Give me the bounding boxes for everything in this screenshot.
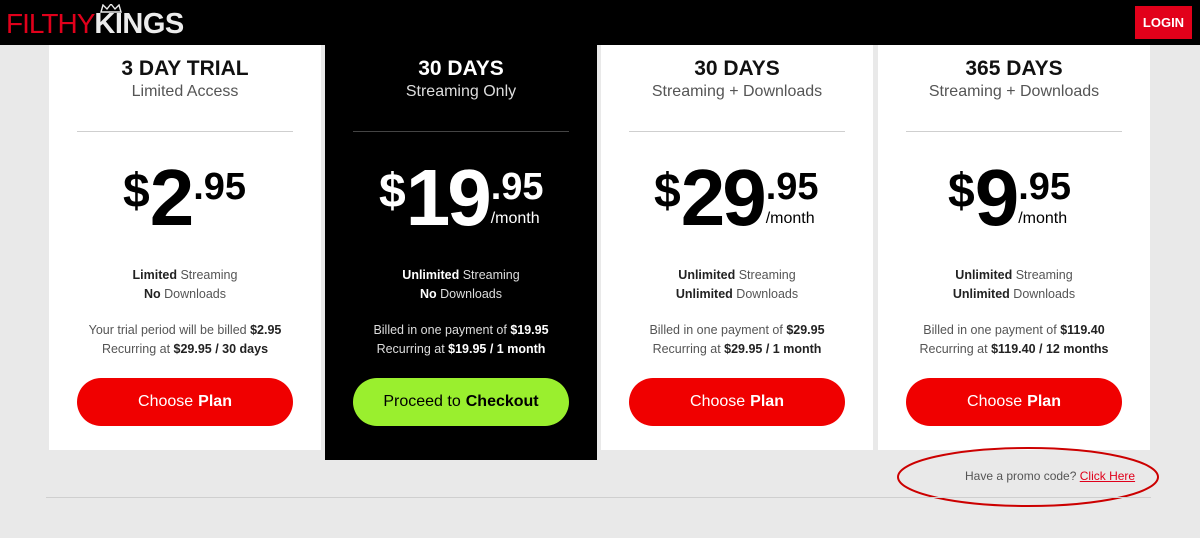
plan-title: 30 DAYS [694,57,780,80]
plan-features: Unlimited Streaming Unlimited Downloads [601,266,873,304]
plan-price: $ 19 .95 /month [325,157,597,247]
price-currency: $ [123,165,150,218]
button-text: Choose [138,393,194,410]
price-currency: $ [379,165,406,218]
price-period: /month [765,210,815,227]
plan-title: 3 DAY TRIAL [121,57,249,80]
plan-billing: Billed in one payment of $29.95 Recurrin… [601,321,873,359]
billing-amount: $119.40 [1060,323,1105,337]
button-text: Proceed to [383,393,461,410]
feature-text: Streaming [735,268,796,282]
divider [77,131,293,132]
plan-subtitle: Limited Access [131,83,239,100]
plan-features: Unlimited Streaming Unlimited Downloads [878,266,1150,304]
feature-bold: Unlimited [678,268,736,282]
crown-icon [100,4,123,13]
choose-plan-button[interactable]: Choose Plan [77,378,293,426]
billing-amount: $19.95 [510,323,549,337]
plan-title: 30 DAYS [418,57,504,80]
billing-text: Your trial period will be billed [88,323,251,337]
plan-price: $ 9 .95 /month [878,157,1150,247]
choose-plan-button[interactable]: Choose Plan [629,378,845,426]
feature-text: Streaming [1012,268,1073,282]
billing-recurring: $119.40 / 12 months [991,342,1109,356]
price-dollars: 19 [405,153,492,242]
button-bold-text: Checkout [465,393,539,410]
price-cents: .95 [490,166,544,208]
price-currency: $ [948,165,975,218]
divider [353,131,569,132]
feature-bold: Limited [132,268,177,282]
divider [46,497,1151,498]
feature-text: Downloads [1009,287,1076,301]
plan-features: Limited Streaming No Downloads [49,266,321,304]
plan-billing: Billed in one payment of $119.40 Recurri… [878,321,1150,359]
feature-bold: No [144,287,161,301]
site-logo[interactable]: FILTHY KINGS [6,4,184,42]
plan-card-3-day-trial: 3 DAY TRIAL Limited Access $ 2 .95 Limit… [49,45,321,450]
billing-text: Billed in one payment of [923,323,1061,337]
plan-billing: Billed in one payment of $19.95 Recurrin… [325,321,597,359]
billing-amount: $2.95 [250,323,282,337]
choose-plan-button[interactable]: Choose Plan [906,378,1122,426]
feature-bold: Unlimited [952,287,1010,301]
feature-bold: Unlimited [402,268,460,282]
divider [906,131,1122,132]
logo-filthy: FILTHY [6,8,95,39]
proceed-to-checkout-button[interactable]: Proceed to Checkout [353,378,569,426]
price-cents: .95 [765,166,819,208]
button-bold-text: Plan [198,393,232,410]
button-bold-text: Plan [1027,393,1061,410]
billing-text: Recurring at [652,342,725,356]
plan-price: $ 2 .95 [49,157,321,247]
button-bold-text: Plan [750,393,784,410]
billing-text: Recurring at [919,342,992,356]
price-dollars: 29 [680,153,767,242]
feature-text: Downloads [732,287,799,301]
price-period: /month [1018,210,1068,227]
plan-subtitle: Streaming + Downloads [651,83,823,100]
billing-recurring: $19.95 / 1 month [448,342,546,356]
feature-text: Streaming [459,268,520,282]
plan-card-30-days-streaming: 30 DAYS Streaming Only $ 19 .95 /month U… [325,45,597,460]
plan-billing: Your trial period will be billed $2.95 R… [49,321,321,359]
promo-code-prompt: Have a promo code? Click Here [965,469,1135,483]
feature-bold: No [420,287,437,301]
price-dollars: 9 [974,153,1019,242]
login-button[interactable]: LOGIN [1135,6,1192,39]
feature-bold: Unlimited [955,268,1013,282]
feature-bold: Unlimited [675,287,733,301]
price-period: /month [490,210,540,227]
plan-features: Unlimited Streaming No Downloads [325,266,597,304]
price-dollars: 2 [149,153,194,242]
billing-amount: $29.95 [786,323,825,337]
button-text: Choose [690,393,746,410]
feature-text: Streaming [177,268,238,282]
button-text: Choose [967,393,1023,410]
billing-text: Billed in one payment of [373,323,511,337]
price-currency: $ [654,165,681,218]
price-cents: .95 [1018,166,1072,208]
price-cents: .95 [193,166,247,208]
billing-recurring: $29.95 / 30 days [173,342,269,356]
billing-text: Recurring at [376,342,449,356]
plan-price: $ 29 .95 /month [601,157,873,247]
billing-recurring: $29.95 / 1 month [724,342,822,356]
plan-subtitle: Streaming + Downloads [928,83,1100,100]
promo-click-here-link[interactable]: Click Here [1080,469,1135,483]
promo-text: Have a promo code? [965,469,1080,483]
feature-text: Downloads [160,287,226,301]
plan-subtitle: Streaming Only [405,83,517,100]
plan-title: 365 DAYS [965,57,1063,80]
logo-kings: KINGS [94,4,184,42]
billing-text: Recurring at [101,342,174,356]
plan-card-30-days-downloads: 30 DAYS Streaming + Downloads $ 29 .95 /… [601,45,873,450]
billing-text: Billed in one payment of [649,323,787,337]
plan-card-365-days: 365 DAYS Streaming + Downloads $ 9 .95 /… [878,45,1150,450]
top-bar: FILTHY KINGS LOGIN [0,0,1200,45]
divider [629,131,845,132]
feature-text: Downloads [436,287,502,301]
